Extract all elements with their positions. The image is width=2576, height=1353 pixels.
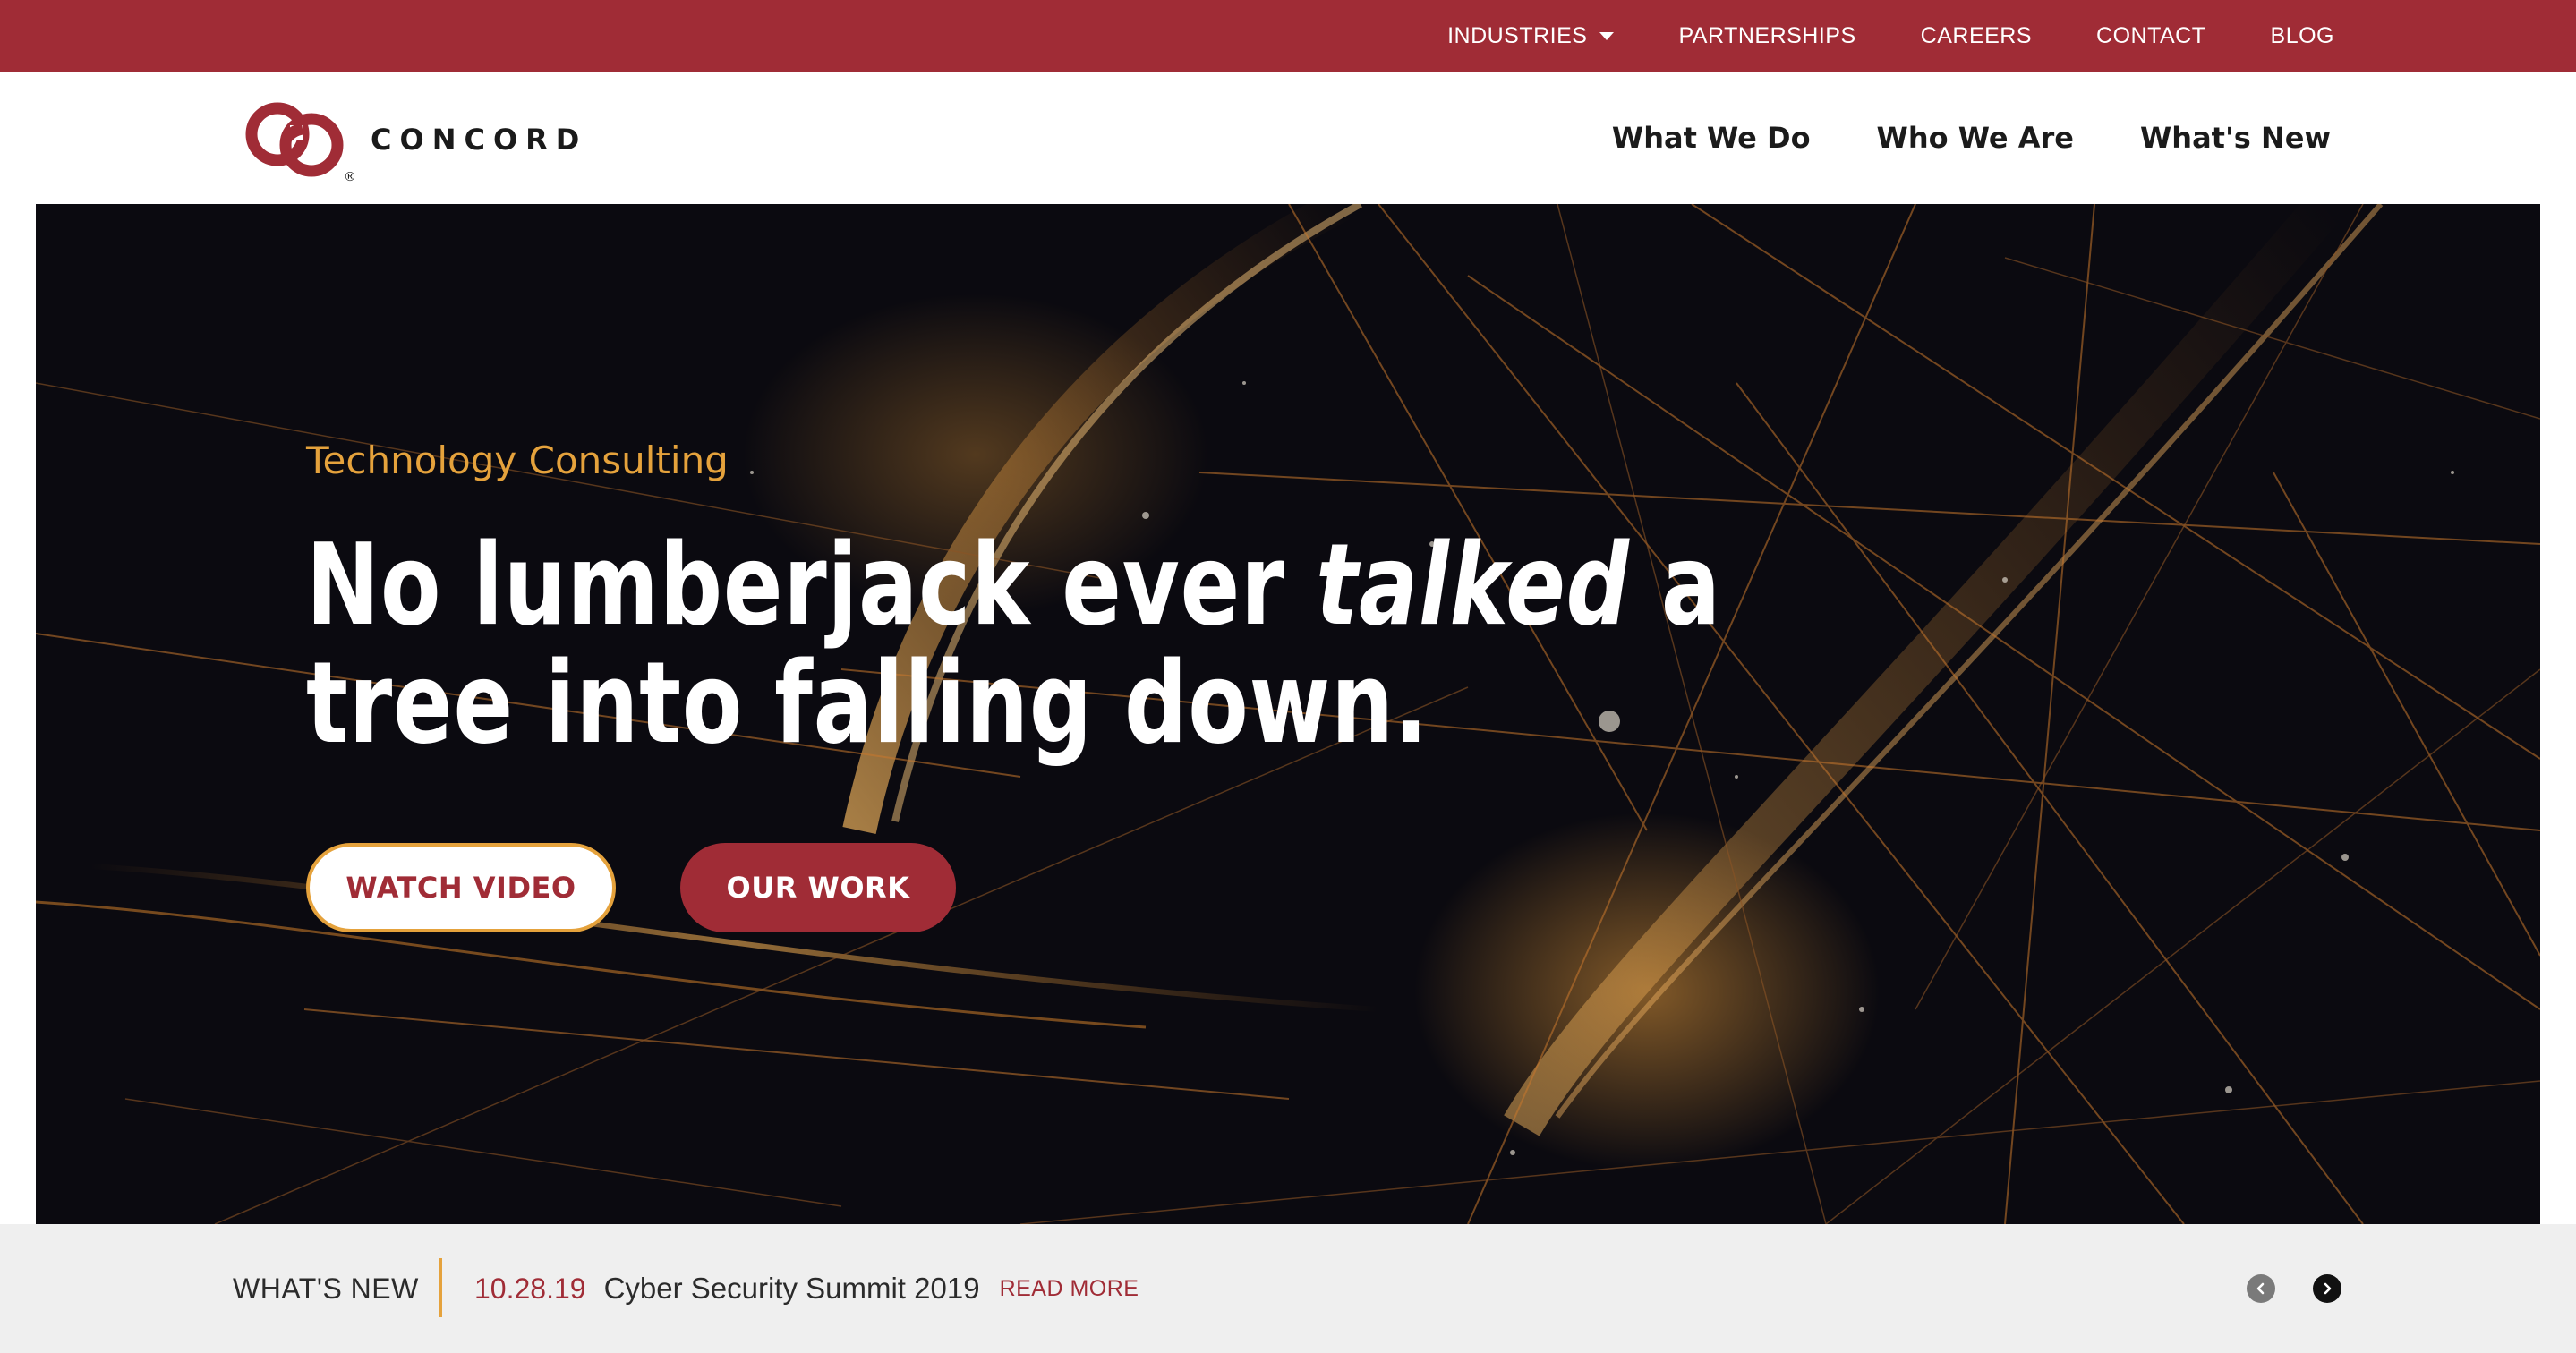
registered-mark: ® <box>344 170 356 183</box>
primary-nav: What We Do Who We Are What's New <box>1612 72 2331 204</box>
utility-link-partnerships[interactable]: PARTNERSHIPS <box>1678 23 1855 49</box>
utility-nav: INDUSTRIES PARTNERSHIPS CAREERS CONTACT … <box>1447 0 2334 72</box>
logo[interactable]: ® CONCORD <box>243 93 587 183</box>
chevron-right-icon[interactable] <box>2313 1274 2341 1303</box>
utility-link-label: CAREERS <box>1920 22 2033 48</box>
headline-emphasis: talked <box>1316 519 1630 651</box>
hero-eyebrow: Technology Consulting <box>306 438 729 482</box>
headline-part-1: No lumberjack ever <box>306 519 1317 651</box>
our-work-button[interactable]: OUR WORK <box>680 843 956 932</box>
utility-link-label: PARTNERSHIPS <box>1678 22 1856 48</box>
news-date: 10.28.19 <box>474 1272 586 1305</box>
headline-part-2: a <box>1629 519 1721 651</box>
utility-bar: INDUSTRIES PARTNERSHIPS CAREERS CONTACT … <box>0 0 2576 72</box>
brand-name: CONCORD <box>371 123 588 157</box>
utility-link-blog[interactable]: BLOG <box>2271 23 2334 49</box>
utility-link-label: CONTACT <box>2096 22 2206 48</box>
watch-video-button[interactable]: WATCH VIDEO <box>306 843 616 932</box>
hero-content: Technology Consulting No lumberjack ever… <box>306 438 1828 762</box>
carousel-controls <box>2247 1224 2341 1353</box>
caret-down-icon <box>1599 31 1615 40</box>
news-title[interactable]: Cyber Security Summit 2019 <box>604 1272 980 1306</box>
nav-whats-new[interactable]: What's New <box>2140 121 2331 155</box>
hero: Technology Consulting No lumberjack ever… <box>36 204 2540 1224</box>
utility-link-label: INDUSTRIES <box>1447 22 1588 48</box>
news-divider <box>439 1258 442 1317</box>
news-item: 10.28.19 Cyber Security Summit 2019 READ… <box>474 1224 1139 1353</box>
chevron-left-icon[interactable] <box>2247 1274 2275 1303</box>
read-more-link[interactable]: READ MORE <box>1000 1276 1139 1302</box>
nav-what-we-do[interactable]: What We Do <box>1612 121 1811 155</box>
concord-logo-mark: ® <box>245 102 356 183</box>
utility-link-contact[interactable]: CONTACT <box>2096 23 2205 49</box>
news-label: WHAT'S NEW <box>233 1272 419 1305</box>
nav-who-we-are[interactable]: Who We Are <box>1877 121 2074 155</box>
utility-link-label: BLOG <box>2270 22 2334 48</box>
headline-line-2: tree into falling down. <box>306 637 1429 769</box>
hero-buttons: WATCH VIDEO OUR WORK <box>306 843 956 932</box>
utility-link-industries[interactable]: INDUSTRIES <box>1447 22 1615 49</box>
hero-headline: No lumberjack ever talked a tree into fa… <box>306 526 1772 762</box>
main-header: ® CONCORD What We Do Who We Are What's N… <box>0 72 2576 204</box>
news-ticker: WHAT'S NEW 10.28.19 Cyber Security Summi… <box>0 1224 2576 1353</box>
utility-link-careers[interactable]: CAREERS <box>1921 23 2032 49</box>
